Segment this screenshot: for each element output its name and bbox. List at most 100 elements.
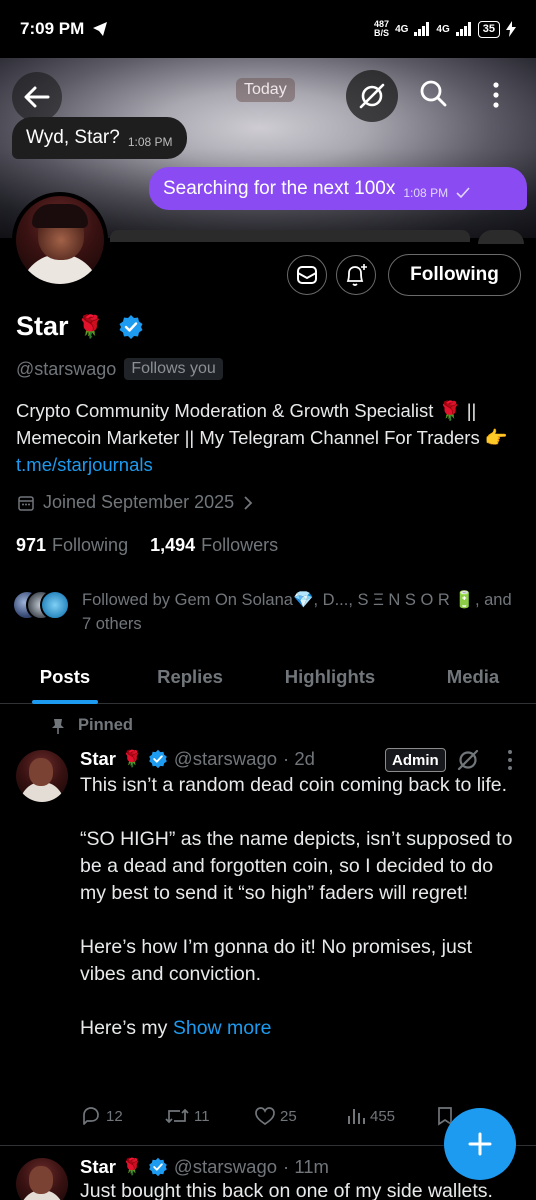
post-author-handle: @starswago	[173, 1156, 278, 1177]
reply-count: 12	[106, 1107, 123, 1125]
post-author-name[interactable]: Star	[80, 748, 116, 770]
status-bar: 7:09 PM 487 B/S 4G 4G 35	[0, 0, 536, 58]
sim1-label: 4G	[395, 23, 409, 35]
verified-badge-icon	[149, 749, 167, 769]
bio-text: Crypto Community Moderation & Growth Spe…	[16, 400, 508, 448]
profile-name: Star	[16, 311, 69, 341]
grok-icon	[359, 83, 385, 109]
incoming-message-time: 1:08 PM	[127, 135, 173, 149]
profile-avatar[interactable]	[12, 192, 108, 288]
status-time: 7:09 PM	[20, 19, 108, 39]
post-paragraph: This isn’t a random dead coin coming bac…	[80, 774, 508, 796]
mutual-avatars	[12, 590, 74, 626]
notifications-button[interactable]	[336, 255, 376, 295]
signal-icon	[414, 22, 430, 36]
post-body[interactable]: Just bought this back on one of my side …	[80, 1180, 493, 1200]
post-avatar[interactable]	[16, 1158, 68, 1200]
post-paragraph-last: Here’s my Show more	[80, 1017, 272, 1039]
post-paragraph: “SO HIGH” as the name depicts, isn’t sup…	[80, 828, 513, 904]
post-time: · 11m	[283, 1156, 329, 1177]
reply-icon	[83, 1107, 99, 1125]
like-button[interactable]: 25	[254, 1106, 346, 1126]
clock: 7:09 PM	[20, 19, 85, 38]
telegram-send-icon	[93, 22, 108, 36]
outgoing-message-time: 1:08 PM	[403, 185, 449, 200]
chevron-right-icon	[244, 495, 253, 510]
outgoing-message-bubble: Searching for the next 100x 1:08 PM	[149, 167, 527, 210]
grok-icon[interactable]	[456, 748, 480, 772]
profile-tabs: Posts Replies Highlights Media	[0, 656, 536, 704]
reply-button[interactable]: 12	[80, 1106, 164, 1126]
rose-emoji: 🌹	[76, 313, 104, 339]
search-icon	[420, 80, 447, 107]
send-button-peek	[478, 230, 524, 244]
rose-emoji: 🌹	[122, 1159, 142, 1176]
follows-you-badge: Follows you	[124, 358, 223, 380]
followed-by-row[interactable]: Followed by Gem On Solana💎, D..., S Ξ N …	[12, 588, 512, 636]
back-arrow-icon	[24, 86, 50, 108]
message-button[interactable]	[287, 255, 327, 295]
grok-button[interactable]	[346, 70, 398, 122]
rose-emoji: 🌹	[122, 751, 142, 768]
repost-button[interactable]: 11	[164, 1106, 254, 1126]
post-body[interactable]: This isn’t a random dead coin coming bac…	[80, 772, 522, 1042]
profile-bio: Crypto Community Moderation & Growth Spe…	[16, 397, 516, 478]
admin-badge: Admin	[385, 748, 446, 772]
outgoing-message-text: Searching for the next 100x	[163, 177, 396, 199]
read-check-icon	[456, 186, 470, 198]
like-count: 25	[280, 1107, 297, 1125]
status-indicators: 487 B/S 4G 4G 35	[374, 20, 516, 38]
show-more-link[interactable]: Show more	[173, 1017, 272, 1039]
follow-stats: 971 Following 1,494 Followers	[16, 535, 278, 556]
pin-icon	[52, 718, 64, 734]
verified-badge-icon	[119, 314, 143, 339]
plus-icon	[468, 1132, 492, 1156]
incoming-message-bubble: Wyd, Star? 1:08 PM	[12, 117, 187, 159]
profile-handle: @starswago	[16, 358, 117, 379]
compose-button[interactable]	[444, 1108, 516, 1180]
bell-plus-icon	[346, 264, 367, 286]
more-vertical-icon	[493, 82, 499, 108]
envelope-icon	[297, 266, 317, 284]
view-count: 455	[370, 1107, 396, 1125]
profile-name-row: Star 🌹	[16, 311, 144, 342]
verified-badge-icon	[149, 1157, 167, 1177]
heart-icon	[255, 1107, 275, 1126]
followed-by-text: Followed by Gem On Solana💎, D..., S Ξ N …	[82, 591, 512, 633]
more-options-button[interactable]	[476, 72, 516, 118]
tab-highlights[interactable]: Highlights	[250, 656, 410, 703]
search-button[interactable]	[410, 70, 456, 116]
post-header: Star 🌹 @starswago · 2d	[80, 748, 315, 770]
joined-date: Joined September 2025	[43, 492, 235, 512]
message-input-peek	[110, 230, 470, 242]
post-time: · 2d	[283, 748, 315, 769]
tab-posts[interactable]: Posts	[0, 656, 130, 703]
tab-media[interactable]: Media	[410, 656, 536, 703]
sim2-label: 4G	[436, 23, 450, 35]
network-speed: 487 B/S	[374, 19, 390, 38]
bio-link[interactable]: t.me/starjournals	[16, 454, 153, 475]
charging-icon	[506, 21, 516, 37]
tab-replies[interactable]: Replies	[130, 656, 250, 703]
incoming-message-text: Wyd, Star?	[26, 127, 120, 148]
joined-date-row[interactable]: Joined September 2025	[18, 492, 253, 513]
post-author-name[interactable]: Star	[80, 1156, 116, 1178]
mutual-avatar	[40, 590, 70, 620]
post-more-icon[interactable]	[500, 748, 520, 772]
post-header: Star 🌹 @starswago · 11m	[80, 1156, 329, 1178]
following-button[interactable]: Following	[388, 254, 521, 296]
pinned-label: Pinned	[78, 716, 134, 734]
date-pill: Today	[236, 78, 295, 102]
back-button[interactable]	[12, 72, 62, 122]
views-icon	[348, 1109, 365, 1124]
battery-indicator: 35	[477, 20, 500, 38]
profile-handle-row: @starswago Follows you	[16, 358, 223, 380]
post-paragraph: Here’s how I’m gonna do it! No promises,…	[80, 936, 472, 985]
repost-count: 11	[194, 1107, 210, 1125]
following-stat[interactable]: 971 Following	[16, 535, 128, 556]
post-avatar[interactable]	[16, 750, 68, 802]
views-button[interactable]: 455	[346, 1107, 436, 1125]
signal-icon	[455, 22, 471, 36]
calendar-icon	[18, 495, 34, 511]
followers-stat[interactable]: 1,494 Followers	[150, 535, 278, 556]
